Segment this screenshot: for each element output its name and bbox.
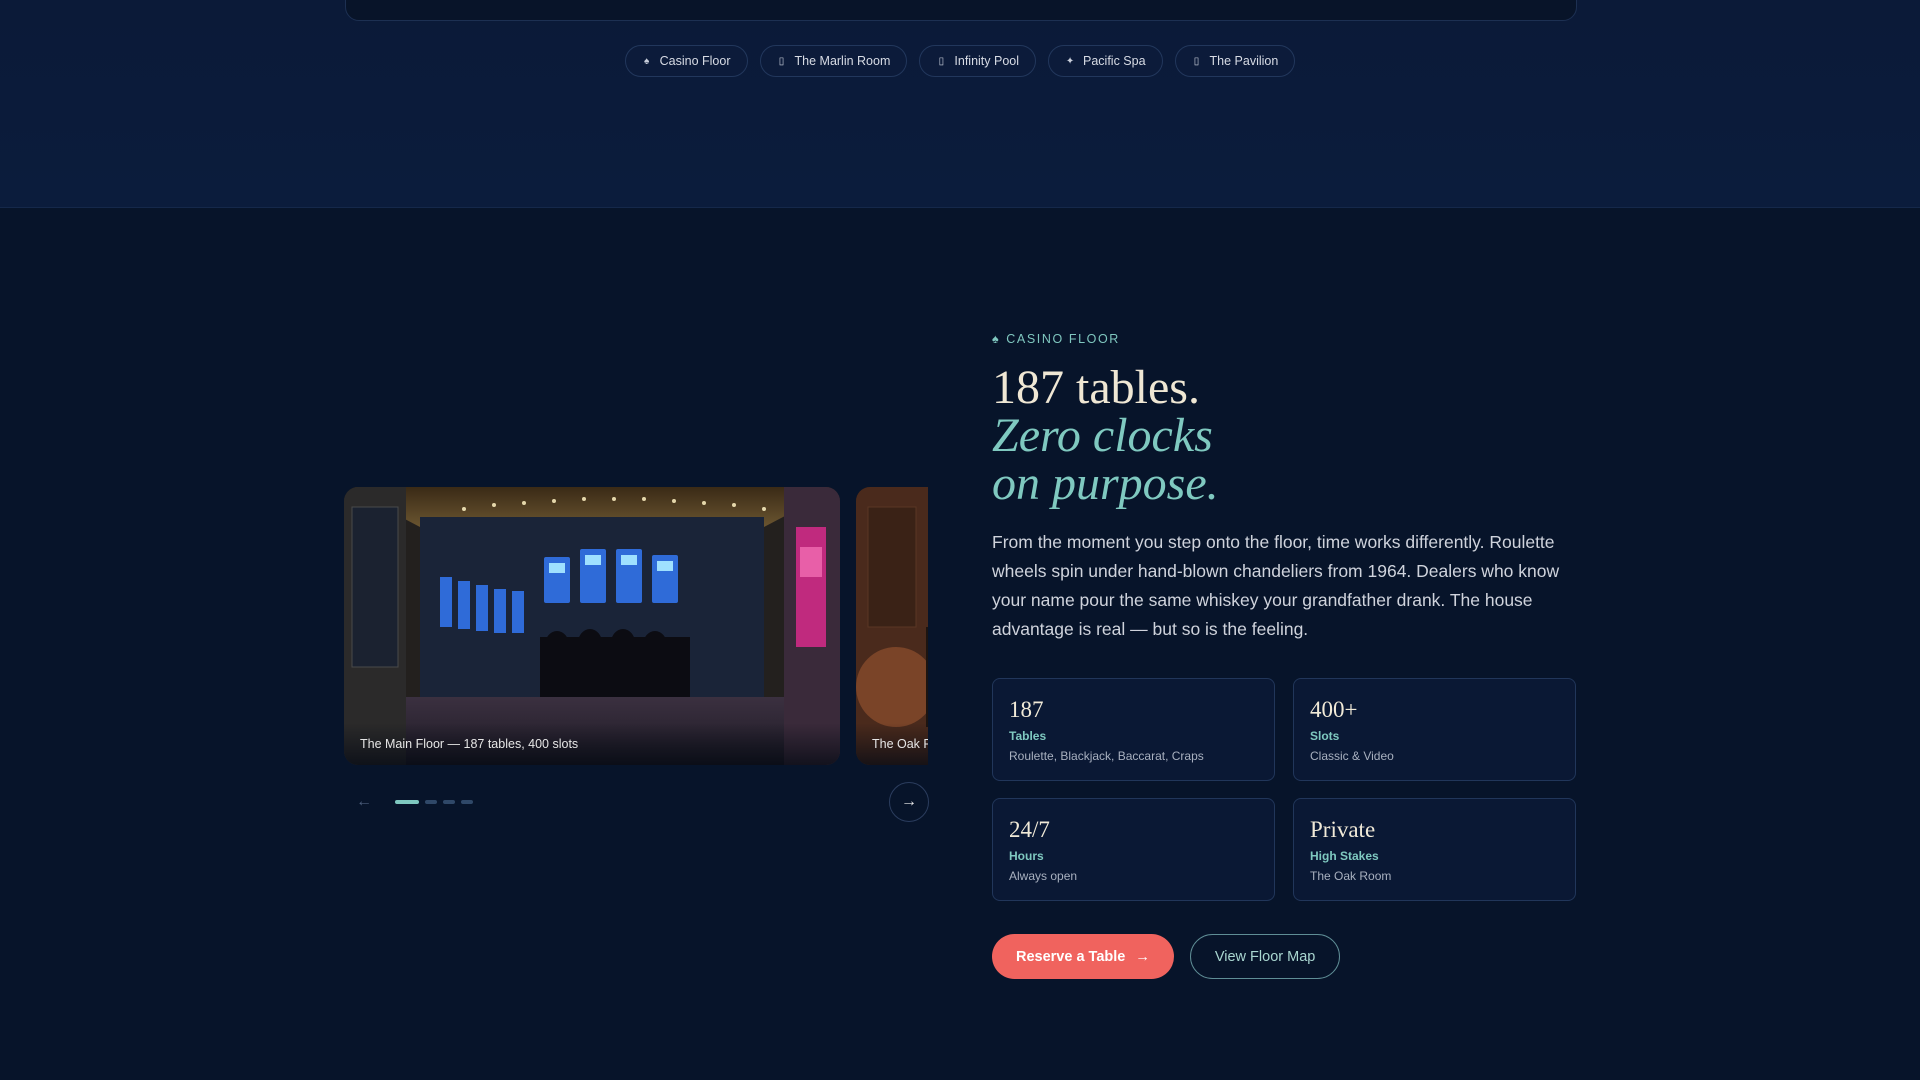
stats-grid: 187 Tables Roulette, Blackjack, Baccarat…: [992, 678, 1577, 901]
stat-card-tables: 187 Tables Roulette, Blackjack, Baccarat…: [992, 678, 1275, 781]
section-headline: 187 tables. Zero clocks on purpose.: [992, 364, 1577, 508]
carousel-dot[interactable]: [395, 800, 419, 804]
chip-infinity-pool[interactable]: ▯ Infinity Pool: [919, 45, 1037, 77]
sparkle-icon: ✦: [1065, 55, 1075, 67]
cta-row: Reserve a Table → View Floor Map: [992, 934, 1577, 979]
section-body: From the moment you step onto the floor,…: [992, 532, 1560, 639]
arrow-right-icon: →: [1135, 948, 1150, 965]
headline-line-1: 187 tables.: [992, 361, 1200, 414]
stat-sub: Roulette, Blackjack, Baccarat, Craps: [1009, 749, 1204, 763]
chip-label: The Pavilion: [1209, 54, 1279, 68]
venue-nav: ♠ Casino Floor ▯ The Marlin Room ▯ Infin…: [0, 45, 1920, 77]
carousel-dots: [395, 800, 473, 804]
photo-carousel: The Main Floor — 187 tables, 400 slots T…: [344, 487, 928, 767]
eyebrow-label: CASINO FLOOR: [1006, 332, 1120, 346]
chip-label: Infinity Pool: [954, 54, 1020, 68]
carousel-dot[interactable]: [425, 800, 437, 804]
stat-label: Hours: [1009, 849, 1044, 863]
stat-card-high-stakes: Private High Stakes The Oak Room: [1293, 798, 1576, 901]
carousel-dot[interactable]: [443, 800, 455, 804]
spade-icon: ♠: [643, 55, 650, 67]
chip-casino-floor[interactable]: ♠ Casino Floor: [624, 45, 748, 77]
headline-line-2: Zero clocks: [992, 409, 1213, 462]
stat-sub: Classic & Video: [1310, 749, 1394, 763]
headline-line-3: on purpose.: [992, 457, 1219, 510]
reserve-table-button[interactable]: Reserve a Table →: [992, 934, 1174, 979]
top-band: ♠ Casino Floor ▯ The Marlin Room ▯ Infin…: [0, 0, 1920, 208]
chip-label: The Marlin Room: [794, 54, 891, 68]
stat-sub: The Oak Room: [1310, 869, 1392, 883]
slide-caption: The Oak R: [856, 723, 928, 765]
stat-card-hours: 24/7 Hours Always open: [992, 798, 1275, 901]
carousel-controls: ← →: [344, 782, 929, 822]
pavilion-icon: ▯: [1193, 55, 1200, 67]
view-floor-map-label: View Floor Map: [1214, 948, 1316, 965]
section-eyebrow: ♠ CASINO FLOOR: [992, 332, 1577, 346]
pool-icon: ▯: [938, 55, 945, 67]
carousel-dot[interactable]: [461, 800, 473, 804]
spade-icon: ♠: [992, 332, 1001, 346]
stat-value: 400+: [1310, 697, 1358, 722]
stat-card-slots: 400+ Slots Classic & Video: [1293, 678, 1576, 781]
stat-label: Slots: [1310, 729, 1340, 743]
stat-value: 187: [1009, 697, 1044, 722]
casino-floor-section: ♠ CASINO FLOOR 187 tables. Zero clocks o…: [992, 332, 1577, 979]
carousel-prev-button[interactable]: ←: [344, 782, 384, 822]
chip-pacific-spa[interactable]: ✦ Pacific Spa: [1048, 45, 1163, 77]
carousel-next-button[interactable]: →: [889, 782, 929, 822]
stat-value: Private: [1310, 817, 1376, 842]
carousel-slide-oak-room[interactable]: The Oak R: [856, 487, 928, 765]
stat-value: 24/7: [1009, 817, 1050, 842]
chip-label: Casino Floor: [659, 54, 731, 68]
stat-sub: Always open: [1009, 869, 1078, 883]
stat-label: High Stakes: [1310, 849, 1379, 863]
view-floor-map-button[interactable]: View Floor Map: [1189, 934, 1341, 979]
stat-label: Tables: [1009, 729, 1047, 743]
top-card: [345, 0, 1577, 21]
arrow-right-icon: →: [901, 793, 917, 810]
chip-label: Pacific Spa: [1083, 54, 1146, 68]
arrow-left-icon: ←: [356, 793, 372, 810]
chip-marlin-room[interactable]: ▯ The Marlin Room: [759, 45, 908, 77]
chip-the-pavilion[interactable]: ▯ The Pavilion: [1174, 45, 1296, 77]
slide-caption: The Main Floor — 187 tables, 400 slots: [344, 723, 840, 765]
reserve-table-label: Reserve a Table: [1016, 948, 1126, 965]
glass-icon: ▯: [778, 55, 785, 67]
carousel-slide-main-floor[interactable]: The Main Floor — 187 tables, 400 slots: [344, 487, 840, 765]
